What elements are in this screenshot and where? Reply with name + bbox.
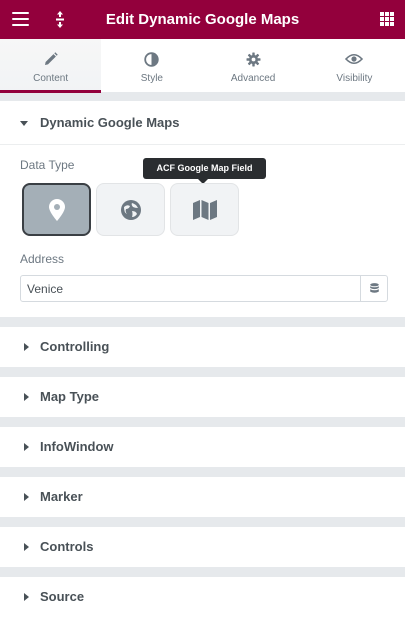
caret-right-icon — [24, 443, 29, 451]
section-controls[interactable]: Controls — [0, 527, 405, 567]
data-type-address-button[interactable] — [22, 183, 91, 236]
tab-visibility[interactable]: Visibility — [304, 39, 405, 92]
tab-advanced[interactable]: Advanced — [203, 39, 304, 92]
section-controlling[interactable]: Controlling — [0, 327, 405, 367]
section-map-type[interactable]: Map Type — [0, 377, 405, 417]
map-icon — [192, 199, 217, 220]
section-title: Map Type — [40, 389, 99, 404]
half-circle-icon — [101, 51, 202, 67]
section-title: InfoWindow — [40, 439, 114, 454]
tab-style[interactable]: Style — [101, 39, 202, 92]
section-header[interactable]: Dynamic Google Maps — [0, 101, 405, 145]
dynamic-tags-button[interactable] — [360, 276, 387, 301]
caret-right-icon — [24, 343, 29, 351]
eye-icon — [304, 51, 405, 67]
database-icon — [369, 283, 379, 293]
tab-label: Advanced — [230, 73, 276, 84]
caret-right-icon — [24, 393, 29, 401]
section-title: Marker — [40, 489, 83, 504]
section-title: Dynamic Google Maps — [40, 115, 180, 130]
data-type-label: Data Type — [20, 158, 75, 172]
address-field — [20, 275, 388, 302]
tooltip: ACF Google Map Field — [143, 158, 266, 184]
tab-bar: Content Style Advanced Visibility — [0, 39, 405, 93]
tab-label: Style — [140, 73, 163, 84]
grid-icon[interactable] — [380, 12, 394, 26]
tab-label: Visibility — [336, 73, 373, 84]
globe-icon — [120, 199, 141, 220]
caret-right-icon — [24, 593, 29, 601]
data-type-coordinates-button[interactable] — [96, 183, 165, 236]
data-type-acf-map-button[interactable] — [170, 183, 239, 236]
tab-content[interactable]: Content — [0, 39, 102, 93]
map-pin-icon — [48, 198, 65, 221]
section-title: Controlling — [40, 339, 110, 354]
caret-right-icon — [24, 543, 29, 551]
tab-label: Content — [33, 73, 69, 84]
section-title: Source — [40, 589, 85, 604]
page-title: Edit Dynamic Google Maps — [105, 11, 300, 28]
panel-header: Edit Dynamic Google Maps — [0, 0, 405, 39]
section-dynamic-google-maps: Dynamic Google Maps Data Type ACF Google… — [0, 101, 405, 317]
address-label: Address — [20, 252, 65, 266]
caret-right-icon — [24, 493, 29, 501]
address-input[interactable] — [21, 276, 359, 301]
section-title: Controls — [40, 539, 94, 554]
section-source[interactable]: Source — [0, 577, 405, 617]
caret-down-icon — [20, 121, 28, 126]
pencil-icon — [0, 51, 101, 67]
section-marker[interactable]: Marker — [0, 477, 405, 517]
gear-icon — [203, 51, 304, 67]
section-infowindow[interactable]: InfoWindow — [0, 427, 405, 467]
